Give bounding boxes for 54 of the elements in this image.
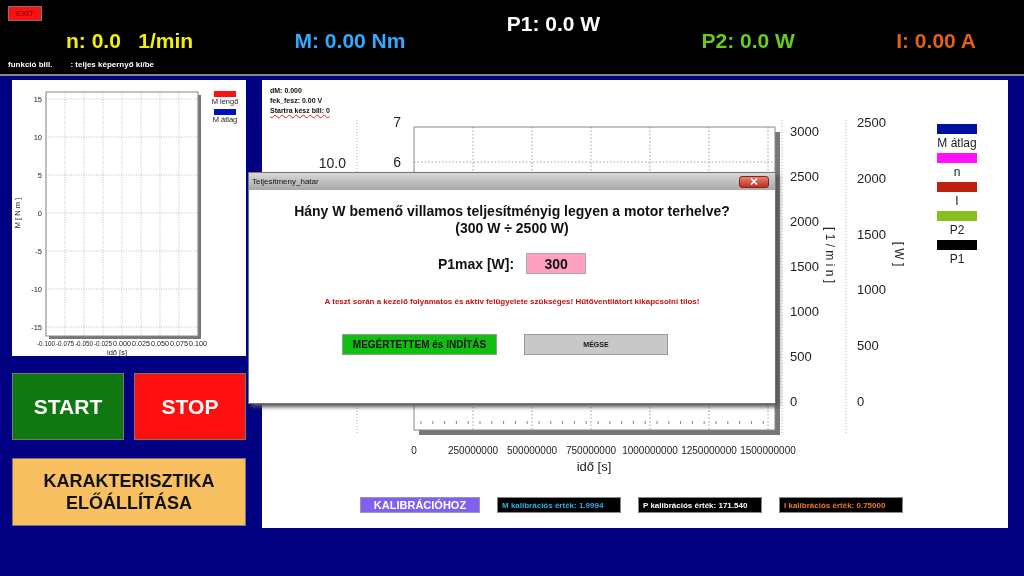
tick-label: 2000 — [790, 214, 819, 229]
tick-label: 0 — [857, 394, 865, 409]
tick-label: 2500 — [790, 169, 819, 184]
readout-text: I: 0.00 A — [896, 29, 976, 53]
tick-label: 10.0 — [318, 155, 346, 171]
calibration-value: I kalibrációs érték: 0.75000 — [784, 500, 886, 510]
warning-text: A teszt során a kezelő folyamatos és aktiv felügyelete szükséges! Hűtőventilátort kikapcsolni tilos! — [324, 297, 700, 306]
field-label: P1max [W]: — [437, 255, 515, 272]
dialog-range: (300 W ÷ 2500 W) — [455, 220, 569, 236]
tick-label: 6 — [393, 154, 401, 170]
hint-text: : teljes képernyő ki/be — [70, 60, 155, 69]
action-button[interactable]: STOP — [134, 373, 246, 440]
readout-text: M: 0.00 Nm — [294, 29, 406, 53]
tick-label: 1000000000 — [622, 445, 678, 456]
tick-label: 1250000000 — [681, 445, 737, 456]
tick-label: 500 — [790, 349, 812, 364]
characteristic-button[interactable]: KARAKTERISZTIKA ELŐÁLLÍTÁSA — [12, 458, 246, 526]
tick-label: 1000 — [857, 282, 886, 298]
tick-label: 500000000 — [506, 445, 558, 456]
action-button[interactable]: START — [12, 373, 124, 440]
hint-key: funkció bill. — [8, 60, 53, 69]
dialog-question: Hány W bemenő villamos teljesítményig legyen a motor terhelve? — [294, 203, 730, 219]
readout-text: P1: 0.0 W — [506, 12, 601, 37]
tick-label: 1500000000 — [740, 445, 796, 456]
tick-label: 2500 — [857, 116, 886, 130]
tick-label: 1500 — [790, 259, 819, 274]
tick-label: 7 — [393, 116, 401, 130]
close-icon — [750, 177, 758, 185]
readout-text: n: 0.0 1/min — [66, 29, 194, 53]
window-title: Teljesitmeny_hatar — [252, 177, 319, 186]
close-button[interactable] — [739, 175, 769, 188]
calibration-button[interactable]: KALIBRÁCIÓHOZ — [360, 497, 480, 513]
tick-label: 1500 — [857, 226, 886, 242]
calibration-value: M kalibrációs érték: 1.9994 — [502, 500, 604, 510]
legend-label: I — [955, 194, 959, 208]
calibration-value: P kalibrációs érték: 171.540 — [643, 500, 748, 510]
power-input[interactable]: 300 — [526, 253, 587, 274]
tick-label: 0 — [411, 445, 417, 456]
tick-label: 750000000 — [565, 445, 617, 456]
tick-label: 250000000 — [447, 445, 499, 456]
axis-label: [ W ] — [892, 241, 906, 267]
tick-label: 500 — [857, 338, 879, 354]
tick-label: 3000 — [790, 124, 819, 139]
axis-label: [ 1 / m i n ] — [823, 227, 837, 283]
tick-label: 2000 — [857, 170, 886, 186]
legend-label: P1 — [949, 252, 965, 266]
confirm-button[interactable]: MEGÉRTETTEM és INDÍTÁS — [342, 334, 497, 355]
legend-label: P2 — [949, 223, 965, 237]
legend-label: n — [953, 165, 961, 179]
axis-label: idő [s] — [576, 459, 612, 474]
legend-label: M átlag — [937, 136, 977, 150]
readout-text: P2: 0.0 W — [701, 29, 795, 53]
tick-label: 1000 — [790, 304, 819, 319]
tick-label: 0 — [790, 394, 798, 409]
